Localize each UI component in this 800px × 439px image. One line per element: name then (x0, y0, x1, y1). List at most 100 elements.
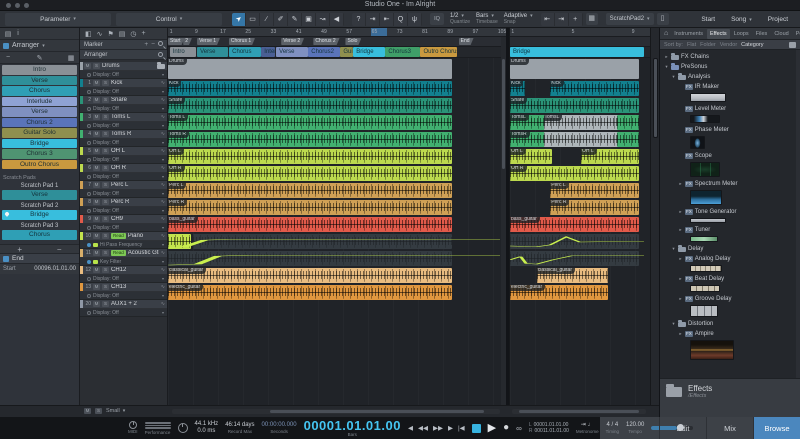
track-display-row[interactable]: Display: Off▾ (80, 207, 167, 215)
arranger-section-block[interactable]: Chorus3 (385, 47, 419, 57)
marker-flag[interactable]: Verse 1 (197, 38, 220, 45)
layout-grid-icon[interactable]: ▦ (66, 54, 76, 62)
mute-button[interactable]: M (93, 199, 100, 205)
pad-clip-toms-r[interactable] (544, 132, 620, 147)
edit-view-button[interactable]: Edit (659, 417, 706, 439)
arranger-section-item[interactable]: Verse (2, 107, 77, 117)
autoscroll-left-icon[interactable]: ⇤ (541, 13, 555, 26)
marker-flag-icon[interactable]: ⚑ (108, 30, 114, 38)
scratch-pad-value[interactable]: Chorus (2, 230, 77, 240)
solo-button[interactable]: S (102, 165, 109, 171)
pad-clip-perc-l[interactable]: Perc L (550, 183, 638, 198)
track-display-row[interactable]: Display: Off▾ (80, 173, 167, 181)
pad-clip-drums-folder[interactable]: Drums (510, 59, 639, 79)
arrange-clip-toms-l[interactable]: Toms L (168, 115, 452, 130)
tab-files[interactable]: Files (753, 29, 771, 39)
arranger-section-item[interactable]: Bridge (2, 139, 77, 149)
solo-button[interactable]: S (102, 267, 109, 273)
tab-loops[interactable]: Loops (731, 29, 752, 39)
track-height-selector[interactable]: Small (106, 408, 125, 414)
range-tool[interactable]: ▭ (246, 13, 260, 26)
track-name-row[interactable]: 7MSPerc L∿ (80, 181, 167, 190)
mute-tool[interactable]: ▣ (302, 13, 316, 26)
caret-icon[interactable]: ▾ (671, 74, 676, 80)
solo-button[interactable]: S (102, 301, 109, 307)
parameter-dropdown[interactable]: Parameter (5, 13, 111, 26)
marker-flag[interactable]: End (459, 38, 474, 45)
autoscroll-right-icon[interactable]: ⇥ (555, 13, 569, 26)
tree-item-ir-maker[interactable]: FXIR Maker (660, 82, 796, 92)
quantize-block[interactable]: 1/2 Quantize (450, 13, 470, 25)
marker-flag[interactable]: 2 (183, 38, 192, 45)
track-display-row[interactable]: Hi Pass Frequency▾ (80, 241, 167, 249)
arrange-clip-classical-guitar[interactable]: classical_guitar (168, 268, 452, 283)
pad-clip-electric-guitar[interactable]: electric_guitar (510, 285, 608, 300)
tempo-block[interactable]: 120.00 Tempo (626, 422, 644, 434)
arrange-clip-kick[interactable]: Kick (168, 81, 452, 96)
panel-toggle-icon[interactable]: ▤ (3, 30, 13, 38)
solo-button[interactable]: S (102, 216, 109, 222)
listen-tool[interactable]: ◀ (330, 13, 344, 26)
tree-item-analog-delay[interactable]: ▸FXAnalog Delay (660, 254, 796, 264)
arrangement-view[interactable]: 191725334149576573818997105 Start2Verse … (168, 28, 506, 405)
solo-button[interactable]: S (102, 114, 109, 120)
track-name-row[interactable]: 11MSReadAcoustic Gtr.∿ (80, 249, 167, 258)
track-display-row[interactable]: Display: Off▾ (80, 139, 167, 147)
track-name-row[interactable]: 5MSOH L∿ (80, 147, 167, 156)
return-to-start-button[interactable]: |◀ (458, 424, 465, 432)
next-marker-button[interactable]: ▶ (448, 424, 453, 432)
arrange-clip-oh-r[interactable]: OH R (168, 166, 452, 181)
view-toggle-icon[interactable] (789, 42, 796, 48)
pad-clip-toms-l[interactable]: TomsL (510, 115, 546, 130)
tree-item-delay[interactable]: ▾Delay (660, 244, 796, 254)
plugin-thumbnail[interactable] (690, 190, 722, 205)
track-display-row[interactable]: Key Filter▾ (80, 258, 167, 266)
track-display-row[interactable]: Display: Off▾ (80, 190, 167, 198)
read-automation-button[interactable]: Read (111, 233, 126, 239)
pad-ruler[interactable]: 159 (510, 28, 650, 37)
record-button[interactable]: ● (503, 423, 509, 433)
arrange-clip-perc-l[interactable]: Perc L (168, 183, 452, 198)
track-name-row[interactable]: 13MSCH13∿ (80, 283, 167, 292)
mute-button[interactable]: M (93, 114, 100, 120)
input-quantize-button[interactable]: IQ (430, 13, 444, 25)
display-selector[interactable]: Display: Off (93, 157, 119, 163)
mute-button[interactable]: M (93, 80, 100, 86)
mute-button[interactable]: M (93, 267, 100, 273)
display-selector[interactable]: Display: Off (93, 89, 119, 95)
track-name-row[interactable]: 2MSSnare∿ (80, 96, 167, 105)
marker-lane[interactable]: Start2Verse 1Chorus 1Verse 2Chorus 2Solo… (168, 37, 506, 47)
arranger-section-item[interactable]: Intro (2, 65, 77, 75)
track-display-row[interactable]: Display: Off▾ (80, 122, 167, 130)
scratch-pad-value[interactable]: Bridge (2, 210, 77, 220)
arranger-selector[interactable]: Arranger (0, 40, 79, 52)
mute-button[interactable]: M (93, 233, 100, 239)
display-selector[interactable]: Display: Off (93, 208, 119, 214)
pad-clip-toms-l[interactable] (617, 115, 638, 130)
punch-out-button[interactable]: ⇤ (380, 13, 394, 26)
pad-clip-oh-l[interactable]: OH L (510, 149, 552, 164)
solo-button[interactable]: S (102, 182, 109, 188)
track-display-row[interactable]: Display: Off▾ (80, 105, 167, 113)
quantize-tool-button[interactable]: Q (394, 13, 408, 26)
scratch-pad-value[interactable]: Verse (2, 190, 77, 200)
mute-button[interactable]: M (93, 301, 100, 307)
mute-button[interactable]: M (93, 216, 100, 222)
tab-cloud[interactable]: Cloud (771, 29, 791, 39)
pad-clip-perc-r[interactable]: Perc R (550, 200, 638, 215)
plugin-thumbnail[interactable] (690, 305, 718, 317)
arranger-lane[interactable]: IntroVerseChorusInterludeVerseChorus2Gui… (168, 47, 506, 58)
remove-section-icon[interactable]: − (3, 54, 13, 61)
arranger-section-block[interactable]: Chorus2 (308, 47, 339, 57)
metronome-block[interactable]: ⇥♩ Metronome (576, 422, 599, 434)
cassette-icon[interactable]: ▯ (657, 13, 669, 25)
bend-tool[interactable]: ↝ (316, 13, 330, 26)
paint-section-icon[interactable]: ✎ (35, 54, 45, 62)
seconds-block[interactable]: 00:00:00.000 Seconds (262, 422, 297, 434)
arranger-section-item[interactable]: Chorus (2, 86, 77, 96)
display-selector[interactable]: Display: Off (93, 174, 119, 180)
pad-horizontal-scrollbar[interactable] (512, 409, 646, 414)
arranger-section-item[interactable]: Chorus 2 (2, 118, 77, 128)
marker-flag[interactable]: Chorus 1 (229, 38, 255, 45)
pad-automation-piano[interactable] (510, 234, 644, 250)
